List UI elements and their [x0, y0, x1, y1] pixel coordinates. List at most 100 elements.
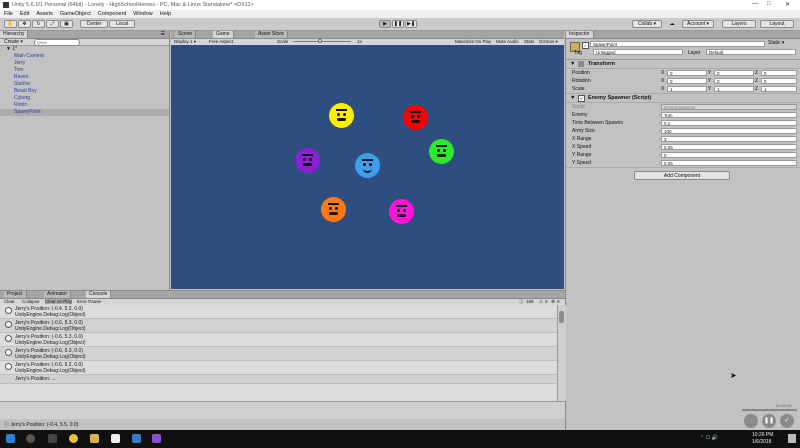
move-tool-icon[interactable]: ✥	[18, 20, 31, 28]
rotation-z-field[interactable]: 0	[761, 78, 797, 84]
hierarchy-item-starfire[interactable]: Starfire	[0, 81, 169, 88]
menu-assets[interactable]: Assets	[36, 11, 53, 17]
hierarchy-item-cyborg[interactable]: Cyborg	[0, 95, 169, 102]
menu-edit[interactable]: Edit	[20, 11, 29, 17]
position-y-field[interactable]: 0	[714, 70, 754, 76]
layers-dropdown[interactable]: Layers	[722, 20, 756, 28]
create-dropdown[interactable]: Create ▾	[4, 39, 23, 45]
windows-start-icon[interactable]	[6, 434, 15, 443]
scale-y-field[interactable]: 1	[714, 86, 754, 92]
rect-tool-icon[interactable]: ▣	[60, 20, 73, 28]
hierarchy-item-spawnpoint[interactable]: SpawnPoint	[0, 109, 169, 116]
tab-asset-store[interactable]: Asset Store	[255, 31, 288, 38]
layer-dropdown[interactable]: Default	[706, 49, 796, 55]
hierarchy-item-beast-boy[interactable]: Beast Boy	[0, 88, 169, 95]
tab-hierarchy[interactable]: Hierarchy	[0, 31, 29, 38]
static-dropdown[interactable]: Static ▾	[768, 40, 784, 46]
transform-header[interactable]: ▼ Transform	[566, 60, 800, 69]
hierarchy-item-tom[interactable]: Tom	[0, 67, 169, 74]
add-component-button[interactable]: Add Component	[634, 171, 730, 180]
minimize-icon[interactable]: —	[752, 1, 758, 7]
chrome-icon[interactable]	[69, 434, 78, 443]
spawner-header[interactable]: ▼ ✓ Enemy Spawner (Script)	[566, 93, 800, 103]
hierarchy-item-robin[interactable]: Robin	[0, 102, 169, 109]
video-progress-bar[interactable]	[742, 409, 797, 411]
tag-dropdown[interactable]: Untagged	[593, 49, 683, 55]
enemy-field[interactable]: Tom	[661, 112, 797, 118]
scale-x-field[interactable]: 1	[667, 86, 707, 92]
scale-tool-icon[interactable]: ⤢	[46, 20, 59, 28]
layout-dropdown[interactable]: Layout	[760, 20, 794, 28]
menu-component[interactable]: Component	[98, 11, 126, 17]
log-entry[interactable]: Jerry's Position: (-0.6, 5.3, 0.0) UnityE…	[0, 333, 557, 347]
video-stop-icon[interactable]	[744, 414, 758, 428]
scene-item[interactable]: ▼ 1*	[0, 46, 169, 53]
log-entry[interactable]: Jerry's Position: (-0.6, 5.3, 0.0) UnityE…	[0, 347, 557, 361]
tab-inspector[interactable]: Inspector	[566, 31, 594, 38]
panel-menu-icon[interactable]: ☰	[161, 31, 165, 37]
collab-button[interactable]: Collab ▾	[632, 20, 662, 28]
log-entry[interactable]: Jerry's Position: (-0.4, 5.3, 0.0) UnityE…	[0, 305, 557, 319]
file-explorer-icon[interactable]	[90, 434, 99, 443]
tab-game[interactable]: Game	[213, 31, 234, 38]
clock-date[interactable]: 1/6/2018	[752, 439, 771, 445]
hierarchy-item-jerry[interactable]: Jerry	[0, 60, 169, 67]
position-z-field[interactable]: 0	[761, 70, 797, 76]
hand-tool-icon[interactable]: ✋	[4, 20, 17, 28]
scale-slider[interactable]	[293, 39, 351, 43]
close-icon[interactable]: ✕	[785, 1, 790, 8]
menu-help[interactable]: Help	[160, 11, 171, 17]
expand-arrow-icon[interactable]: ▼	[570, 94, 575, 102]
video-pause-icon[interactable]: ❚❚	[762, 414, 776, 428]
army-size-field[interactable]: 100	[661, 128, 797, 134]
console-scrollbar[interactable]	[557, 305, 566, 401]
clock-time[interactable]: 10:26 PM	[752, 432, 773, 438]
video-confirm-icon[interactable]: ✓	[780, 414, 794, 428]
log-entry[interactable]: Jerry's Position: (-0.6, 5.3, 0.0) UnityE…	[0, 319, 557, 333]
x-range-field[interactable]: 3	[661, 136, 797, 142]
menu-gameobject[interactable]: GameObject	[60, 11, 91, 17]
script-enabled-checkbox[interactable]: ✓	[578, 95, 585, 102]
tab-project[interactable]: Project	[4, 291, 27, 298]
account-button[interactable]: Account ▾	[682, 20, 714, 28]
scale-slider-handle[interactable]	[318, 39, 322, 43]
clear-button[interactable]: Clear	[4, 299, 15, 304]
tab-scene[interactable]: Scene	[175, 31, 197, 38]
pause-icon[interactable]: ❚❚	[392, 20, 404, 28]
active-checkbox[interactable]: ✓	[582, 42, 589, 49]
menu-window[interactable]: Window	[133, 11, 153, 17]
game-viewport[interactable]	[171, 45, 564, 289]
pivot-local-button[interactable]: Local	[109, 20, 135, 28]
pivot-center-button[interactable]: Center	[80, 20, 108, 28]
time-between-spawns-field[interactable]: 0.1	[661, 120, 797, 126]
cloud-icon[interactable]: ☁	[668, 20, 676, 28]
visual-studio-icon[interactable]	[152, 434, 161, 443]
position-x-field[interactable]: 0	[667, 70, 707, 76]
clear-on-play-button[interactable]: Clear on Play	[45, 299, 73, 304]
y-speed-field[interactable]: 0.05	[661, 160, 797, 166]
y-range-field[interactable]: 0	[661, 152, 797, 158]
maximize-icon[interactable]: □	[767, 1, 771, 7]
tray-icons[interactable]: ⌃ ☐ 🔊	[700, 435, 718, 441]
menu-file[interactable]: File	[4, 11, 13, 17]
stats-toggle[interactable]: Stats	[524, 39, 534, 44]
rotate-tool-icon[interactable]: ↻	[32, 20, 45, 28]
rotation-x-field[interactable]: 0	[667, 78, 707, 84]
search-icon[interactable]	[26, 434, 35, 443]
log-entry-partial[interactable]: Jerry's Position: ...	[0, 375, 557, 384]
expand-arrow-icon[interactable]: ▼	[570, 60, 575, 68]
mute-audio-toggle[interactable]: Mute Audio	[496, 39, 519, 44]
scrollbar-thumb[interactable]	[559, 311, 564, 323]
log-entry[interactable]: Jerry's Position: (-0.6, 5.2, 0.0) UnityE…	[0, 361, 557, 375]
tab-console[interactable]: Console	[86, 291, 112, 298]
rotation-y-field[interactable]: 0	[714, 78, 754, 84]
collapse-button[interactable]: Collapse	[22, 299, 40, 304]
step-icon[interactable]: ▶❚	[405, 20, 417, 28]
scale-z-field[interactable]: 1	[761, 86, 797, 92]
task-view-icon[interactable]	[48, 434, 57, 443]
notifications-icon[interactable]	[788, 434, 796, 443]
aspect-dropdown[interactable]: Free Aspect	[209, 39, 233, 44]
unity-taskbar-icon[interactable]	[111, 434, 120, 443]
tab-animator[interactable]: Animator	[44, 291, 72, 298]
hierarchy-search-input[interactable]	[34, 39, 80, 46]
